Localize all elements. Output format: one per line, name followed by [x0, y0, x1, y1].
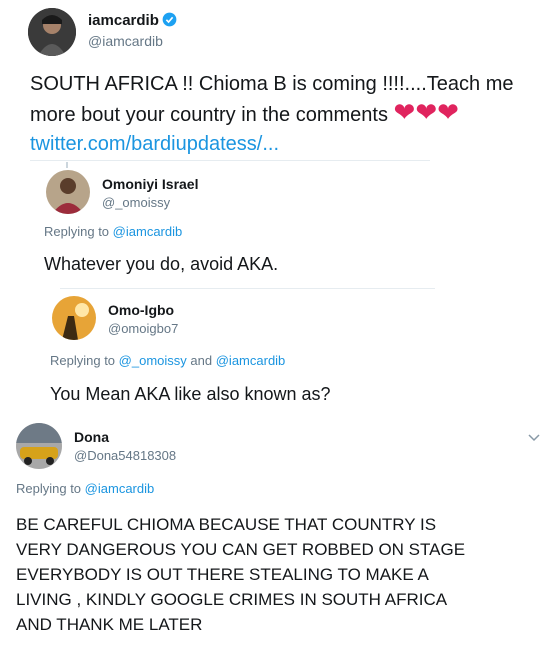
- reply-dona: Dona @Dona54818308 Replying to @iamcardi…: [0, 415, 555, 660]
- replying-to-link-1[interactable]: @_omoissy: [119, 353, 187, 368]
- tweet-text-line-1: SOUTH AFRICA !! Chioma B is coming !!!!.…: [30, 73, 514, 95]
- replying-to: Replying to @iamcardib: [44, 224, 182, 239]
- avatar-image: [28, 8, 76, 56]
- reply-text: You Mean AKA like also known as?: [50, 384, 331, 404]
- avatar-iamcardib[interactable]: [28, 8, 76, 56]
- reply-omoniyi: Omoniyi Israel @_omoissy Replying to @ia…: [30, 162, 440, 288]
- handle[interactable]: @Dona54818308: [74, 448, 176, 463]
- avatar-omoniyi[interactable]: [46, 170, 90, 214]
- replying-to-link[interactable]: @iamcardib: [85, 481, 155, 496]
- replying-to-link[interactable]: @iamcardib: [113, 224, 183, 239]
- tweet-text-line-2: more bout your country in the comments: [30, 104, 388, 126]
- thread-line: [66, 162, 68, 168]
- avatar-dona[interactable]: [16, 423, 62, 469]
- divider: [60, 288, 435, 289]
- reply-omoigbo: Omo-Igbo @omoigbo7 Replying to @_omoissy…: [36, 290, 456, 412]
- handle[interactable]: @omoigbo7: [108, 321, 178, 336]
- display-name[interactable]: iamcardib: [88, 12, 159, 29]
- reply-text: BE CAREFUL CHIOMA BECAUSE THAT COUNTRY I…: [16, 512, 546, 637]
- handle[interactable]: @iamcardib: [88, 33, 163, 49]
- replying-prefix: Replying to: [50, 353, 116, 368]
- tweet-link[interactable]: twitter.com/bardiupdatess/...: [30, 130, 550, 159]
- replying-to: Replying to @_omoissy and @iamcardib: [50, 353, 285, 368]
- replying-to-link-2[interactable]: @iamcardib: [216, 353, 286, 368]
- replying-and: and: [190, 353, 213, 368]
- display-name[interactable]: Omoniyi Israel: [102, 176, 198, 192]
- avatar-image: [52, 296, 96, 340]
- divider: [30, 160, 430, 161]
- display-name[interactable]: Omo-Igbo: [108, 302, 174, 318]
- reply-text-line: EVERYBODY IS OUT THERE STEALING TO MAKE …: [16, 565, 429, 584]
- replying-prefix: Replying to: [16, 481, 82, 496]
- display-name[interactable]: Dona: [74, 429, 109, 445]
- reply-text: Whatever you do, avoid AKA.: [44, 254, 279, 274]
- reply-text-line: VERY DANGEROUS YOU CAN GET ROBBED ON STA…: [16, 540, 466, 559]
- avatar-image: [16, 423, 62, 469]
- replying-to: Replying to @iamcardib: [16, 481, 154, 496]
- avatar-omoigbo[interactable]: [52, 296, 96, 340]
- chevron-down-icon[interactable]: [528, 429, 540, 447]
- hearts-emoji: ❤❤❤: [393, 97, 459, 127]
- verified-badge-icon: [162, 12, 177, 27]
- reply-text-line: BE CAREFUL CHIOMA BECAUSE THAT COUNTRY I…: [16, 515, 437, 534]
- main-tweet: iamcardib @iamcardib SOUTH AFRICA !! Chi…: [0, 0, 555, 162]
- handle[interactable]: @_omoissy: [102, 195, 170, 210]
- avatar-image: [46, 170, 90, 214]
- replying-prefix: Replying to: [44, 224, 110, 239]
- reply-text-line: LIVING , KINDLY GOOGLE CRIMES IN SOUTH A…: [16, 590, 448, 609]
- reply-text-line: AND THANK ME LATER: [16, 615, 203, 634]
